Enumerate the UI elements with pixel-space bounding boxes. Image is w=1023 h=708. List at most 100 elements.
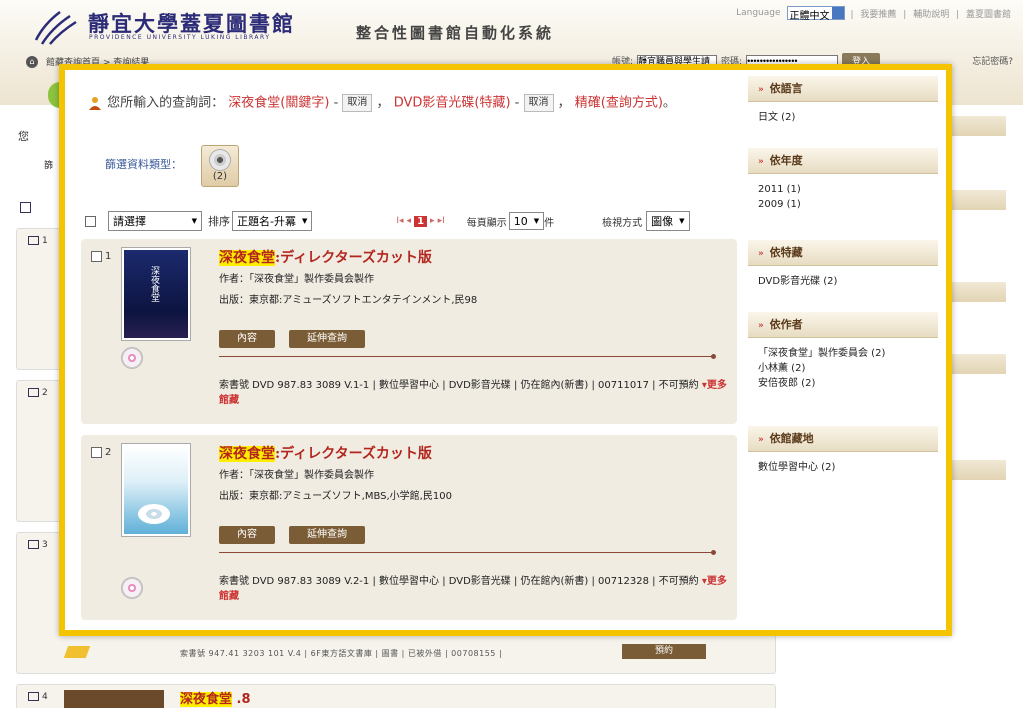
pagination: I◂ ◂ 1 ▸ ▸I [396, 215, 445, 227]
user-icon [89, 97, 101, 110]
record-callno: 索書號 DVD 987.83 3089 V.2-1 | 數位學習中心 | DVD… [219, 576, 699, 587]
filter-type-count: (2) [212, 171, 228, 182]
background-query-text: 您 [18, 130, 29, 143]
last-page-icon[interactable]: ▸I [438, 216, 445, 226]
background-filter-text: 篩 [44, 161, 54, 171]
record-title[interactable]: 深夜食堂:ディレクターズカット版 [219, 247, 432, 267]
background-record-title: 深夜食堂 .8 [180, 692, 251, 707]
facet-collection-header[interactable]: » 依特藏 [748, 240, 938, 266]
per-page-label: 每頁顯示 [466, 217, 507, 229]
per-page-select[interactable]: 10 [508, 212, 545, 230]
background-reserve-button: 預約 [622, 644, 706, 659]
dvd-icon [121, 577, 143, 599]
dvd-icon [121, 347, 143, 369]
cover-image[interactable] [121, 443, 191, 537]
divider [219, 354, 716, 359]
top-bar: Language 正體中文 | 我要推薦 | 輔助說明 | 蓋夏圖書館 [736, 6, 1015, 22]
query-summary: 您所輸入的查詢詞： 深夜食堂(關鍵字) - 取消 ， DVD影音光碟(特藏) -… [89, 94, 709, 113]
background-record-num: 4 [28, 692, 48, 702]
record-title[interactable]: 深夜食堂:ディレクターズカット版 [219, 443, 432, 463]
current-page[interactable]: 1 [414, 215, 428, 227]
record-checkbox[interactable] [91, 447, 102, 458]
facet-item[interactable]: 「深夜食堂」製作委員会 (2) [758, 346, 928, 361]
facet-author-header[interactable]: » 依作者 [748, 312, 938, 338]
top-links: | 我要推薦 | 輔助說明 | 蓋夏圖書館 [850, 9, 1011, 20]
home-icon[interactable]: ⌂ [26, 55, 38, 68]
record-number: 2 [91, 447, 111, 458]
per-page-unit: 件 [544, 217, 555, 229]
results-toolbar: 請選擇 排序 正題名-升冪 I◂ ◂ 1 ▸ ▸I 每頁顯示 10 件 檢視方式… [85, 209, 735, 233]
facet-item[interactable]: 2011 (1) [758, 182, 928, 197]
facet-collection-list: DVD影音光碟 (2) [748, 266, 938, 312]
select-all-checkbox[interactable] [85, 215, 96, 227]
record-holding: 索書號 DVD 987.83 3089 V.1-1 | 數位學習中心 | DVD… [219, 378, 727, 408]
facet-item[interactable]: 安倍夜郎 (2) [758, 376, 928, 391]
facet-language-header[interactable]: » 依語言 [748, 76, 938, 102]
filter-type-dvd[interactable]: (2) [201, 145, 239, 187]
query-term-keyword: 深夜食堂(關鍵字) [228, 95, 330, 111]
content-button[interactable]: 內容 [219, 330, 275, 348]
language-select[interactable]: 正體中文 [786, 6, 845, 22]
record-checkbox[interactable] [91, 251, 102, 262]
record-publisher: 出版：東京都:アミューズソフトエンタテインメント,民98 [219, 295, 478, 306]
record-actions: 內容 延伸查詢 [219, 526, 365, 544]
background-record-num: 1 [28, 236, 48, 246]
link-recommend[interactable]: 我要推薦 [860, 10, 896, 20]
cancel-collection-button[interactable]: 取消 [523, 94, 554, 112]
facet-location-list: 數位學習中心 (2) [748, 452, 938, 485]
extend-search-button[interactable]: 延伸查詢 [289, 526, 365, 544]
content-button[interactable]: 內容 [219, 526, 275, 544]
background-select-all [20, 202, 31, 213]
query-term-collection: DVD影音光碟(特藏) [393, 95, 511, 111]
background-cover [64, 690, 164, 708]
query-mode: 精確(查詢方式) [574, 95, 663, 111]
record-callno: 索書號 DVD 987.83 3089 V.1-1 | 數位學習中心 | DVD… [219, 380, 699, 391]
facet-location-header[interactable]: » 依館藏地 [748, 426, 938, 452]
background-callno: 索書號 947.41 3203 101 V.4 | 6F東方語文書庫 | 圖書 … [180, 649, 503, 658]
cancel-keyword-button[interactable]: 取消 [342, 94, 373, 112]
sort-label: 排序 [208, 215, 230, 228]
result-record: 2 深夜食堂:ディレクターズカット版 作者：「深夜食堂」製作委員会製作 出版：東… [81, 435, 737, 620]
facet-panel: » 依語言 日文 (2) » 依年度 2011 (1) 2009 (1) » 依特藏 … [748, 76, 938, 485]
results-popup: 您所輸入的查詢詞： 深夜食堂(關鍵字) - 取消 ， DVD影音光碟(特藏) -… [59, 64, 952, 636]
view-mode-select[interactable]: 圖像 [646, 211, 690, 231]
sort-select[interactable]: 正題名-升冪 [232, 211, 313, 231]
facet-item[interactable]: DVD影音光碟 (2) [758, 274, 928, 289]
record-author: 作者：「深夜食堂」製作委員会製作 [219, 470, 374, 481]
bulk-action-select[interactable]: 請選擇 [108, 211, 202, 231]
dvd-icon [209, 149, 231, 171]
system-title: 整合性圖書館自動化系統 [356, 24, 555, 42]
background-record-num: 2 [28, 388, 48, 398]
record-number: 1 [91, 251, 111, 262]
facet-item[interactable]: 日文 (2) [758, 110, 928, 125]
facet-year-list: 2011 (1) 2009 (1) [748, 174, 938, 240]
library-name-en: PROVIDENCE UNIVERSITY LUKING LIBRARY [89, 34, 271, 41]
record-publisher: 出版：東京都:アミューズソフト,MBS,小学館,民100 [219, 491, 452, 502]
facet-year-header[interactable]: » 依年度 [748, 148, 938, 174]
record-holding: 索書號 DVD 987.83 3089 V.2-1 | 數位學習中心 | DVD… [219, 574, 727, 604]
cover-image[interactable] [121, 247, 191, 341]
book-icon [63, 646, 91, 658]
next-page-icon[interactable]: ▸ [430, 216, 435, 226]
record-author: 作者：「深夜食堂」製作委員会製作 [219, 274, 374, 285]
prev-page-icon[interactable]: ◂ [407, 216, 412, 226]
facet-item[interactable]: 2009 (1) [758, 197, 928, 212]
facet-author-list: 「深夜食堂」製作委員会 (2) 小林薫 (2) 安倍夜郎 (2) [748, 338, 938, 426]
facet-language-list: 日文 (2) [748, 102, 938, 148]
facet-item[interactable]: 小林薫 (2) [758, 361, 928, 376]
library-logo-icon [34, 11, 77, 45]
divider [219, 550, 716, 555]
language-label: Language [736, 8, 781, 18]
filter-type-label: 篩選資料類型： [105, 158, 182, 171]
extend-search-button[interactable]: 延伸查詢 [289, 330, 365, 348]
first-page-icon[interactable]: I◂ [396, 216, 403, 226]
background-record-num: 3 [28, 540, 48, 550]
link-help[interactable]: 輔助說明 [913, 10, 949, 20]
facet-item[interactable]: 數位學習中心 (2) [758, 460, 928, 475]
view-mode-label: 檢視方式 [602, 217, 643, 229]
forgot-password-link[interactable]: 忘記密碼? [972, 54, 1013, 67]
result-record: 1 深夜食堂:ディレクターズカット版 作者：「深夜食堂」製作委員会製作 出版：東… [81, 239, 737, 424]
link-library[interactable]: 蓋夏圖書館 [966, 10, 1011, 20]
record-actions: 內容 延伸查詢 [219, 330, 365, 348]
query-prefix: 您所輸入的查詢詞： [107, 95, 225, 111]
